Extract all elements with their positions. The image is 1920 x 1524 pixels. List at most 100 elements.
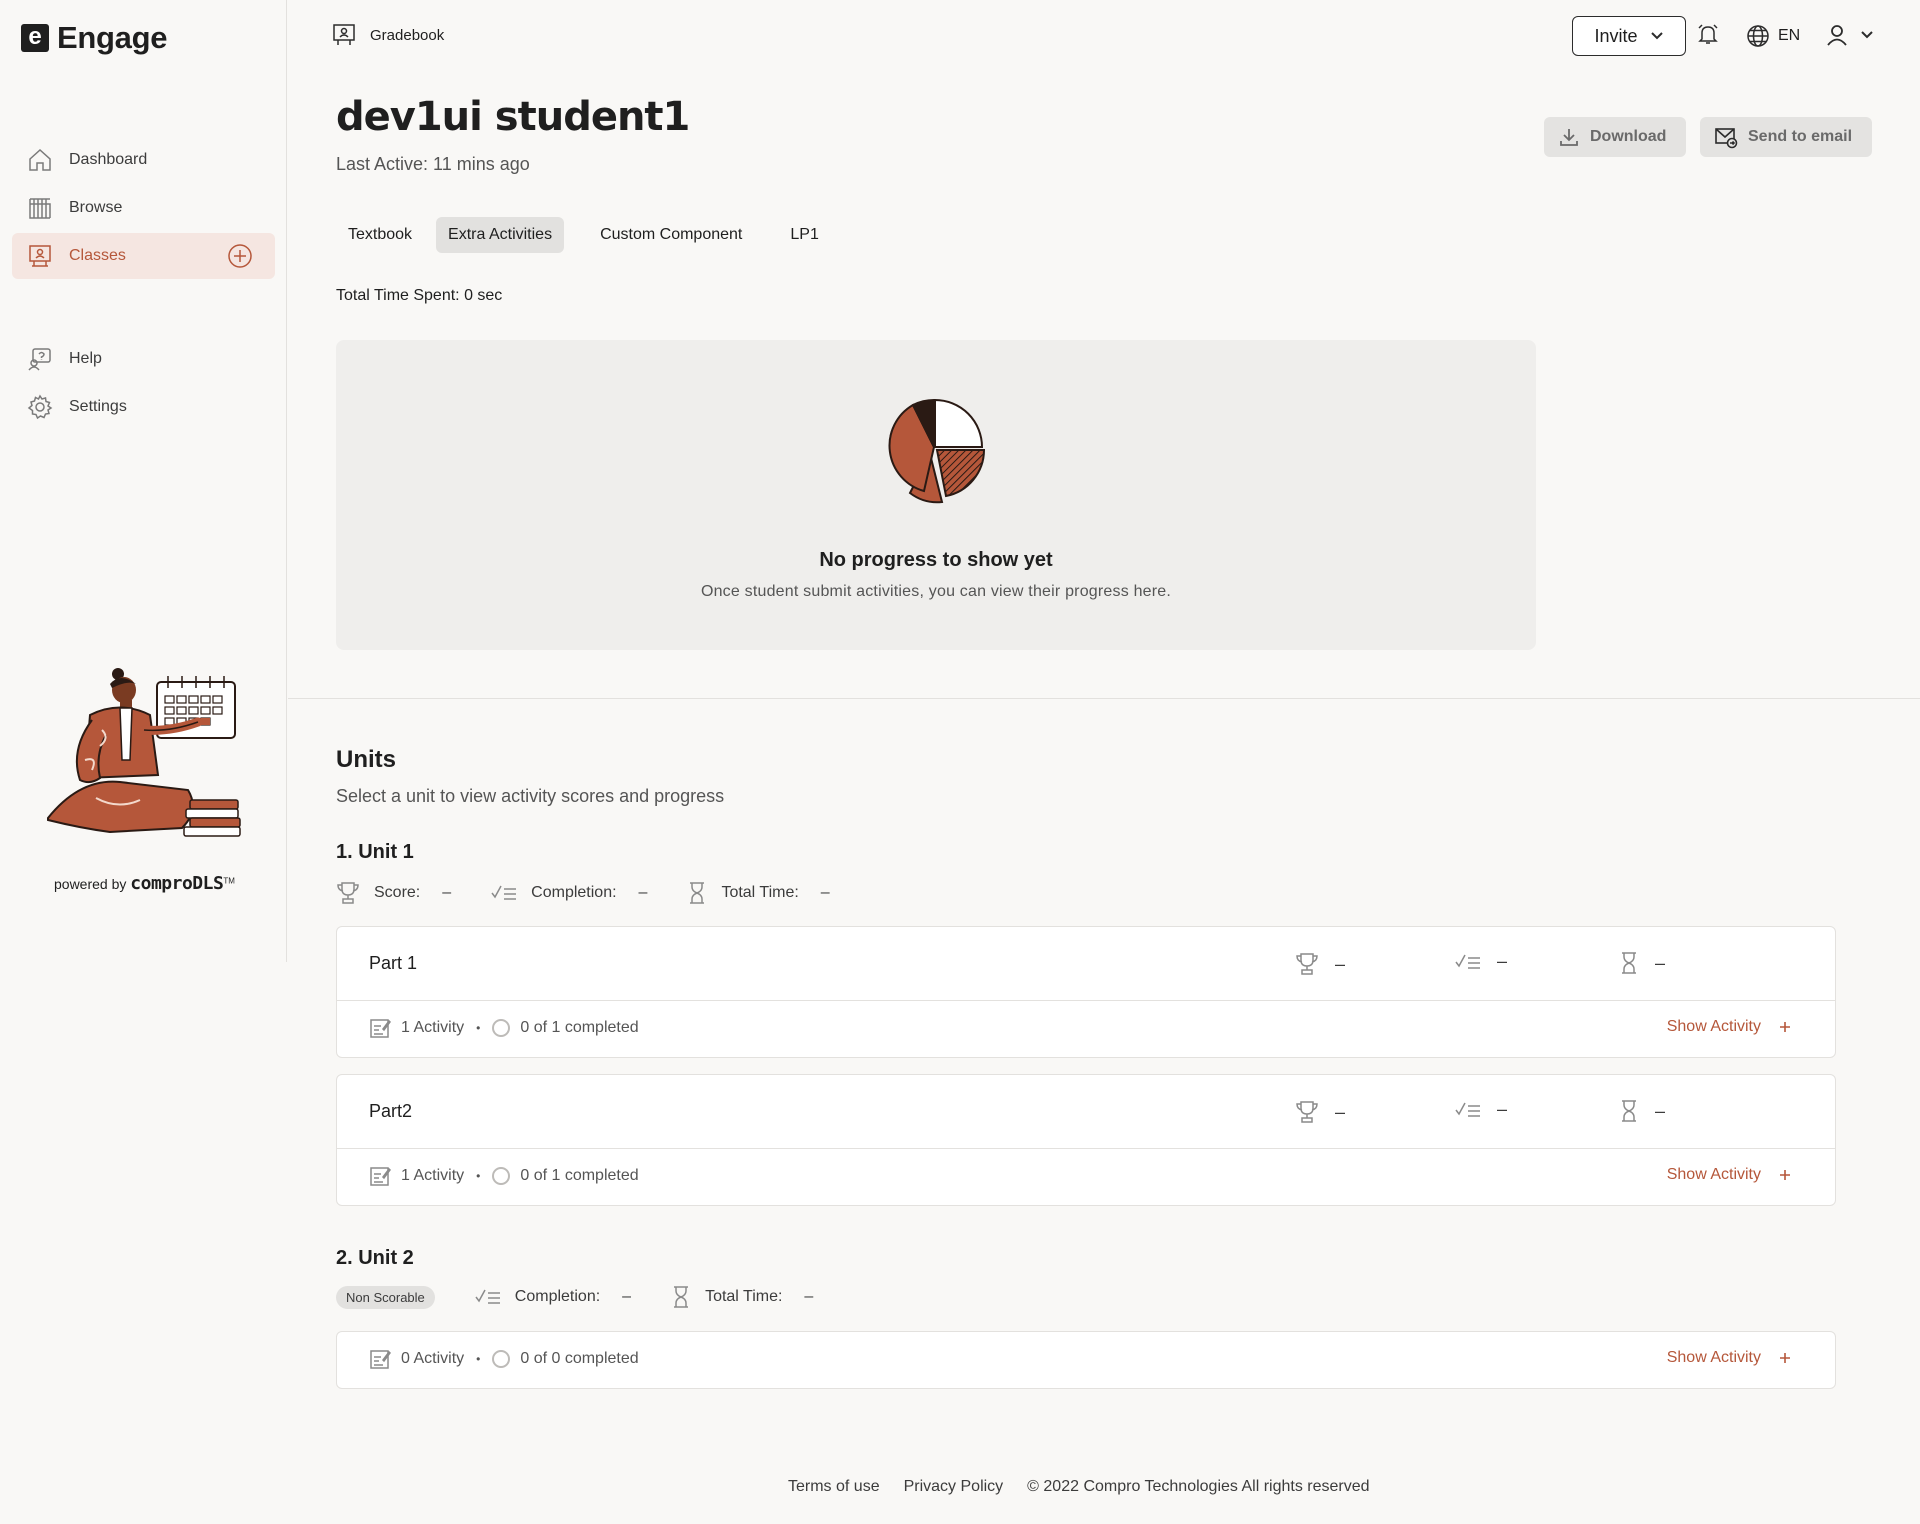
completion-value: – — [638, 884, 648, 901]
tab-textbook[interactable]: Textbook — [336, 217, 424, 253]
sidebar-item-classes[interactable]: Classes — [12, 233, 275, 279]
part-completion-value: – — [1497, 1099, 1508, 1119]
show-activity-label: Show Activity — [1666, 1018, 1761, 1035]
gear-icon — [27, 394, 53, 420]
content-tabs: Textbook Extra Activities Custom Compone… — [336, 217, 831, 253]
completed-count: 0 of 1 completed — [520, 1167, 639, 1184]
globe-icon — [1747, 25, 1769, 47]
hourglass-icon — [1622, 952, 1636, 974]
empty-subtitle: Once student submit activities, you can … — [700, 583, 1172, 600]
part-completion: – — [1455, 1099, 1507, 1120]
part-time: – — [1619, 1099, 1665, 1123]
hourglass-icon — [690, 882, 705, 904]
time-metric: Total Time: – — [687, 881, 830, 905]
time-metric: Total Time: – — [671, 1285, 813, 1309]
score-value: – — [442, 884, 452, 901]
powered-prefix: powered by — [54, 876, 127, 892]
progress-empty-state: No progress to show yet Once student sub… — [336, 340, 1536, 650]
part-name: Part 1 — [369, 953, 418, 973]
part-footer: 1 Activity • 0 of 1 completed Show Activ… — [337, 1149, 1835, 1205]
part-footer: 0 Activity • 0 of 0 completed Show Activ… — [337, 1332, 1835, 1388]
part-time-value: – — [1655, 1100, 1666, 1121]
language-selector[interactable]: EN — [1746, 24, 1800, 48]
completed-count: 0 of 1 completed — [520, 1019, 639, 1036]
activity-summary: 1 Activity • 0 of 1 completed — [369, 1165, 639, 1187]
separator-dot: • — [476, 1169, 481, 1183]
activity-summary: 1 Activity • 0 of 1 completed — [369, 1017, 639, 1039]
tab-custom-component[interactable]: Custom Component — [588, 217, 754, 253]
privacy-link[interactable]: Privacy Policy — [904, 1478, 1004, 1496]
add-class-icon[interactable] — [227, 243, 253, 269]
show-activity-button[interactable]: Show Activity — [1667, 1018, 1791, 1036]
terms-link[interactable]: Terms of use — [788, 1478, 880, 1496]
show-activity-button[interactable]: Show Activity — [1667, 1166, 1791, 1184]
progress-ring-icon — [492, 1019, 511, 1037]
sidebar-item-browse[interactable]: Browse — [12, 185, 275, 231]
pie-chart-illustration — [888, 398, 986, 504]
trophy-icon — [1296, 1101, 1318, 1123]
bell-icon[interactable] — [1696, 22, 1720, 46]
score-metric: Score: – — [336, 880, 451, 906]
user-icon — [1827, 25, 1847, 46]
time-label: Total Time: — [705, 1288, 783, 1305]
activity-icon — [370, 1019, 391, 1038]
checklist-icon — [1455, 954, 1480, 969]
units-subtitle: Select a unit to view activity scores an… — [336, 786, 725, 806]
secondary-nav: Help Settings — [12, 336, 275, 432]
sidebar: e Engage Dashboard Browse Classes Help S… — [0, 0, 287, 962]
completion-label: Completion: — [514, 1288, 601, 1305]
non-scorable-badge: Non Scorable — [336, 1285, 435, 1309]
breadcrumb-label: Gradebook — [370, 26, 445, 44]
part-header[interactable]: Part 1 – – – — [337, 927, 1835, 1001]
unit-metrics: Non Scorable Completion: – Total Time: – — [336, 1285, 853, 1309]
sidebar-item-help[interactable]: Help — [12, 336, 275, 382]
top-header: Gradebook Invite EN — [288, 0, 1920, 70]
books-icon — [29, 198, 51, 219]
completed-count: 0 of 0 completed — [520, 1350, 639, 1367]
unit-title: 1. Unit 1 — [336, 841, 414, 863]
breadcrumb[interactable]: Gradebook — [332, 23, 444, 47]
help-icon — [28, 348, 51, 371]
download-label: Download — [1590, 128, 1667, 145]
part-header[interactable]: Part2 – – – — [337, 1075, 1835, 1149]
show-activity-label: Show Activity — [1666, 1349, 1761, 1366]
show-activity-button[interactable]: Show Activity — [1667, 1349, 1791, 1367]
unit-activity-card: 0 Activity • 0 of 0 completed Show Activ… — [336, 1331, 1836, 1389]
activity-icon — [370, 1167, 391, 1186]
user-menu[interactable] — [1826, 24, 1874, 46]
completion-label: Completion: — [531, 884, 617, 901]
part-score: – — [1295, 951, 1345, 977]
time-label: Total Time: — [721, 884, 799, 901]
send-to-email-button[interactable]: Send to email — [1700, 117, 1872, 157]
unit-title: 2. Unit 2 — [336, 1247, 414, 1269]
time-value: – — [804, 1288, 814, 1305]
brand-logo[interactable]: e Engage — [21, 20, 167, 56]
separator-dot: • — [476, 1021, 481, 1035]
powered-by: powered by comproDLSTM — [54, 873, 235, 894]
activity-count: 1 Activity — [401, 1019, 465, 1036]
sidebar-item-label: Browse — [69, 199, 123, 216]
page-footer: Terms of use Privacy Policy © 2022 Compr… — [788, 1478, 1370, 1496]
sidebar-item-settings[interactable]: Settings — [12, 384, 275, 430]
tab-extra-activities[interactable]: Extra Activities — [436, 217, 565, 253]
plus-icon — [1780, 1022, 1790, 1032]
sidebar-item-dashboard[interactable]: Dashboard — [12, 137, 275, 183]
tab-lp1[interactable]: LP1 — [778, 217, 830, 253]
activity-summary: 0 Activity • 0 of 0 completed — [369, 1348, 639, 1370]
progress-ring-icon — [492, 1350, 511, 1368]
part-completion-value: – — [1497, 951, 1508, 971]
progress-ring-icon — [492, 1167, 511, 1185]
checklist-icon — [491, 885, 517, 900]
show-activity-label: Show Activity — [1666, 1166, 1761, 1183]
send-email-label: Send to email — [1748, 128, 1853, 145]
part-name: Part2 — [369, 1101, 413, 1121]
download-button[interactable]: Download — [1544, 117, 1686, 157]
units-title: Units — [336, 746, 396, 773]
part-score: – — [1295, 1099, 1345, 1125]
part-score-value: – — [1335, 953, 1346, 974]
hourglass-icon — [674, 1286, 689, 1308]
sidebar-item-label: Help — [69, 350, 102, 367]
brand-name: Engage — [57, 20, 168, 55]
unit-metrics: Score: – Completion: – Total Time: – — [336, 880, 870, 906]
invite-dropdown[interactable]: Invite — [1572, 16, 1686, 56]
